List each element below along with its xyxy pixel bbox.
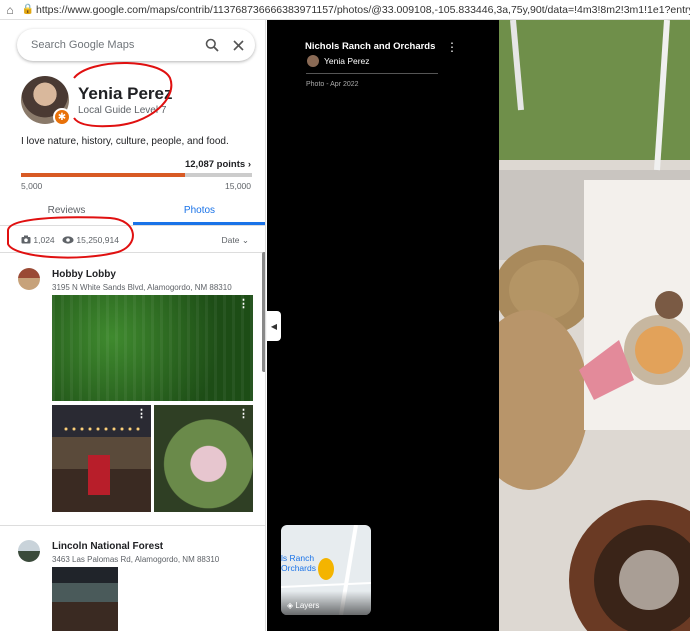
photo-thumbnail[interactable]: ⋮ (154, 405, 253, 512)
tab-photos[interactable]: Photos (133, 200, 265, 225)
url-text[interactable]: https://www.google.com/maps/contrib/1137… (36, 4, 690, 16)
chevron-left-icon: ◀ (270, 321, 278, 331)
browser-url-bar[interactable]: ⌂ 🔒 https://www.google.com/maps/contrib/… (0, 0, 690, 20)
photo-texture (52, 295, 253, 401)
layers-icon: ◈ (287, 601, 294, 610)
camera-icon (21, 235, 31, 244)
photo-thumbnail[interactable]: ⋮ (52, 295, 253, 401)
photo-thumbnail[interactable] (52, 567, 118, 631)
place-name[interactable]: Hobby Lobby (52, 269, 116, 280)
points-progress-fill (21, 173, 185, 177)
viewer-photo-date: Photo - Apr 2022 (306, 81, 359, 88)
viewer-user[interactable]: Yenia Perez (307, 55, 370, 67)
photo-thumbnail[interactable]: ⋮ (52, 405, 151, 512)
place-avatar[interactable] (18, 540, 40, 562)
photo-count: 1,024 (21, 235, 55, 245)
points-link[interactable]: 12,087 points › (185, 159, 251, 170)
more-vert-icon[interactable]: ⋮ (446, 40, 458, 54)
more-vert-icon[interactable]: ⋮ (136, 407, 147, 420)
contributor-panel: ✱ Yenia Perez Local Guide Level 7 I love… (0, 20, 266, 631)
viewer-user-name: Yenia Perez (324, 56, 370, 66)
progress-max: 15,000 (225, 181, 251, 191)
lock-icon: 🔒 (21, 4, 35, 15)
collapse-panel-button[interactable]: ◀ (267, 311, 281, 341)
minimap-label: ls Ranch (281, 553, 315, 563)
place-avatar[interactable] (18, 268, 40, 290)
points-progress-bar (21, 173, 252, 177)
profile-tabs: Reviews Photos (0, 200, 265, 226)
photo-stats-row: 1,024 15,250,914 Date ⌄ (0, 227, 265, 253)
points-label: 12,087 points (184, 159, 246, 170)
eye-icon (62, 236, 74, 244)
minimap-label: Orchards (281, 563, 316, 573)
tab-reviews[interactable]: Reviews (0, 200, 133, 225)
search-box[interactable] (17, 29, 255, 61)
avatar[interactable]: ✱ (21, 76, 71, 126)
layers-minimap[interactable]: ls Ranch Orchards ◈ Layers (281, 525, 371, 615)
scrollbar[interactable] (262, 252, 265, 372)
more-vert-icon[interactable]: ⋮ (238, 407, 249, 420)
red-banner (88, 455, 110, 495)
local-guide-star-icon: ✱ (53, 108, 71, 126)
progress-min: 5,000 (21, 181, 43, 191)
close-icon[interactable] (225, 32, 251, 58)
pegman-icon (318, 558, 334, 580)
view-count: 15,250,914 (62, 235, 119, 245)
place-name[interactable]: Lincoln National Forest (52, 541, 163, 552)
layers-label: Layers (295, 601, 320, 610)
search-icon[interactable] (199, 32, 225, 58)
sort-date-label: Date (221, 235, 240, 245)
place-address: 3463 Las Palomas Rd, Alamogordo, NM 8831… (52, 555, 220, 564)
profile-name: Yenia Perez (78, 84, 173, 103)
viewer-place-title[interactable]: Nichols Ranch and Orchards (305, 41, 435, 52)
chevron-right-icon: › (247, 159, 251, 170)
profile-level[interactable]: Local Guide Level 7 (78, 105, 166, 116)
view-count-value: 15,250,914 (76, 235, 119, 245)
layers-button[interactable]: ◈ Layers (287, 601, 319, 610)
sort-date-button[interactable]: Date ⌄ (222, 235, 249, 246)
photo-count-value: 1,024 (33, 235, 55, 245)
search-input[interactable] (31, 39, 199, 51)
string-lights (62, 425, 142, 435)
more-vert-icon[interactable]: ⋮ (238, 297, 249, 310)
main-photo-image (499, 20, 690, 631)
profile-bio: I love nature, history, culture, people,… (21, 136, 229, 147)
list-divider (0, 525, 265, 526)
place-address: 3195 N White Sands Blvd, Alamogordo, NM … (52, 283, 232, 292)
viewer-divider (306, 73, 438, 74)
chevron-down-icon: ⌄ (241, 235, 249, 245)
viewer-user-avatar (307, 55, 319, 67)
home-icon[interactable]: ⌂ (0, 3, 20, 17)
main-photo[interactable] (499, 20, 690, 631)
